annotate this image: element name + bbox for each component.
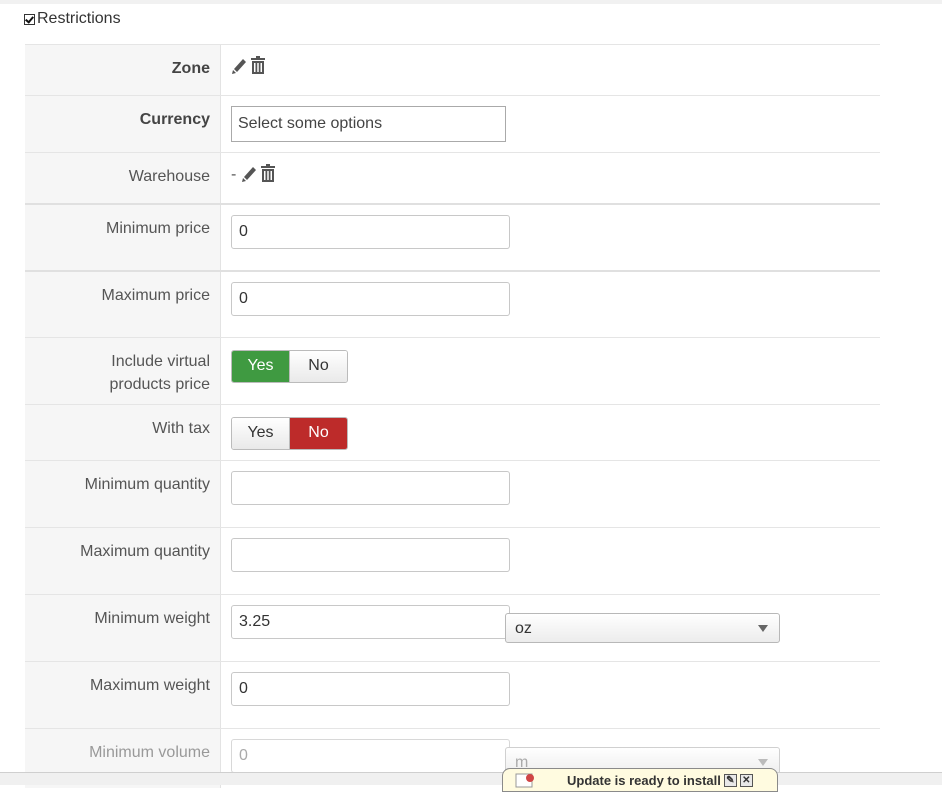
include-virtual-label-line1: Include virtual [111, 353, 210, 370]
max-quantity-label: Maximum quantity [25, 528, 221, 594]
currency-value: Select some options [221, 96, 880, 152]
min-weight-row: Minimum weight 3.25 oz [25, 594, 880, 661]
max-quantity-value [221, 528, 880, 594]
zone-actions [231, 56, 265, 74]
max-price-input[interactable]: 0 [231, 282, 510, 316]
update-notification-text: Update is ready to install [567, 772, 721, 788]
min-weight-unit-select[interactable]: oz [505, 613, 780, 643]
min-weight-label: Minimum weight [25, 595, 221, 661]
dropdown-arrow-icon [758, 759, 768, 766]
min-price-value: 0 [221, 205, 880, 270]
min-price-row: Minimum price 0 [25, 203, 880, 270]
min-quantity-value [221, 461, 880, 527]
min-weight-value: 3.25 oz [221, 595, 880, 661]
update-bar [0, 772, 942, 785]
max-weight-value: 0 [221, 662, 880, 728]
max-weight-label: Maximum weight [25, 662, 221, 728]
min-quantity-label: Minimum quantity [25, 461, 221, 527]
restrictions-legend-label: Restrictions [37, 10, 121, 27]
currency-multiselect[interactable]: Select some options [231, 106, 506, 142]
max-price-value: 0 [221, 272, 880, 337]
trash-icon[interactable] [261, 164, 276, 182]
with-tax-toggle: Yes No [231, 417, 348, 450]
pencil-icon[interactable] [231, 56, 248, 74]
min-weight-input[interactable]: 3.25 [231, 605, 510, 639]
max-weight-row: Maximum weight 0 [25, 661, 880, 728]
include-virtual-label-line2: products price [109, 376, 211, 393]
dropdown-arrow-icon [758, 625, 768, 632]
warehouse-current-value: - [231, 166, 237, 183]
update-notification[interactable]: Update is ready to install ✎ ✕ [502, 768, 778, 792]
zone-label: Zone [25, 45, 221, 95]
warehouse-row: Warehouse - [25, 152, 880, 203]
max-quantity-row: Maximum quantity [25, 527, 880, 594]
with-tax-no-button[interactable]: No [289, 418, 347, 449]
warehouse-actions: - [231, 164, 276, 186]
update-icon [515, 773, 534, 788]
max-quantity-input[interactable] [231, 538, 510, 572]
zone-row: Zone [25, 44, 880, 95]
include-virtual-row: Include virtual products price Yes No [25, 337, 880, 404]
min-quantity-input[interactable] [231, 471, 510, 505]
max-price-label: Maximum price [25, 272, 221, 337]
currency-label: Currency [25, 96, 221, 152]
pencil-icon[interactable] [241, 164, 258, 182]
max-weight-input[interactable]: 0 [231, 672, 510, 706]
min-weight-unit-value: oz [515, 620, 532, 637]
max-price-row: Maximum price 0 [25, 270, 880, 337]
min-price-label: Minimum price [25, 205, 221, 270]
with-tax-label: With tax [25, 405, 221, 460]
trash-icon[interactable] [251, 56, 265, 74]
with-tax-row: With tax Yes No [25, 404, 880, 460]
warehouse-label: Warehouse [25, 153, 221, 203]
min-quantity-row: Minimum quantity [25, 460, 880, 527]
restrictions-form: Zone Currency Select some options Wareho… [25, 44, 880, 788]
with-tax-yes-button[interactable]: Yes [232, 418, 289, 449]
include-virtual-toggle: Yes No [231, 350, 348, 383]
include-virtual-label: Include virtual products price [25, 338, 221, 404]
with-tax-value: Yes No [221, 405, 880, 460]
min-volume-input[interactable]: 0 [231, 739, 510, 773]
settings-icon[interactable]: ✎ [723, 773, 737, 787]
warehouse-value: - [221, 153, 880, 203]
currency-row: Currency Select some options [25, 95, 880, 152]
include-virtual-yes-button[interactable]: Yes [232, 351, 289, 382]
include-virtual-value: Yes No [221, 338, 880, 404]
min-price-input[interactable]: 0 [231, 215, 510, 249]
restrictions-legend[interactable]: Restrictions [24, 10, 126, 28]
restrictions-checkbox[interactable] [24, 13, 35, 25]
include-virtual-no-button[interactable]: No [289, 351, 347, 382]
top-strip [0, 0, 942, 4]
zone-value [221, 45, 880, 95]
close-icon[interactable]: ✕ [739, 773, 753, 787]
